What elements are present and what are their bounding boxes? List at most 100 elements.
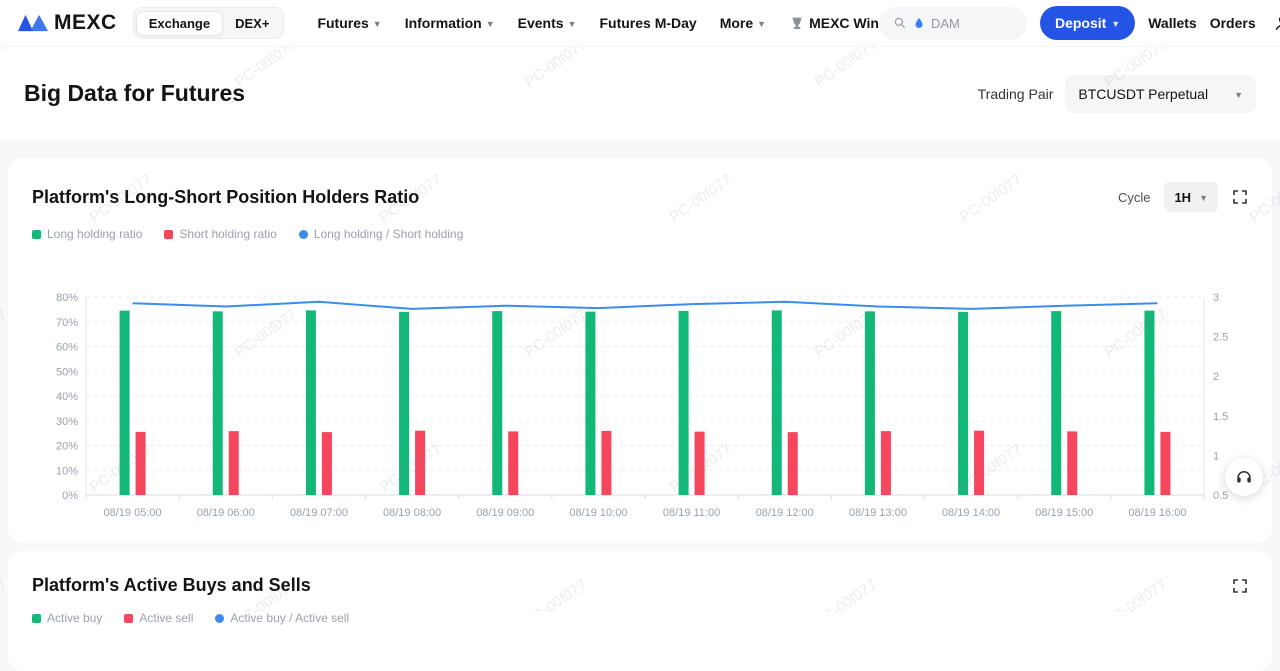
legend-label: Active sell — [139, 611, 193, 625]
svg-text:08/19 15:00: 08/19 15:00 — [1035, 507, 1093, 519]
bar-short — [1067, 431, 1077, 495]
svg-text:08/19 14:00: 08/19 14:00 — [942, 507, 1000, 519]
nav-information[interactable]: Information▼ — [405, 15, 495, 31]
orders-link[interactable]: Orders — [1210, 15, 1256, 31]
bar-short — [322, 432, 332, 495]
bar-long — [1051, 311, 1061, 495]
svg-text:08/19 16:00: 08/19 16:00 — [1128, 507, 1186, 519]
bar-long — [772, 310, 782, 495]
svg-text:08/19 10:00: 08/19 10:00 — [569, 507, 627, 519]
tab-exchange[interactable]: Exchange — [136, 11, 223, 36]
svg-text:70%: 70% — [56, 317, 78, 329]
legend-swatch — [124, 614, 133, 623]
headphones-icon — [1235, 468, 1253, 486]
svg-text:50%: 50% — [56, 366, 78, 378]
deposit-button[interactable]: Deposit▼ — [1040, 6, 1135, 40]
bar-short — [229, 431, 239, 495]
legend-label: Long holding ratio — [47, 227, 142, 241]
mexc-logo-icon — [18, 12, 48, 34]
bar-long — [306, 310, 316, 495]
fullscreen-icon[interactable] — [1232, 578, 1248, 594]
svg-text:1: 1 — [1213, 450, 1219, 462]
chevron-down-icon: ▼ — [373, 19, 382, 29]
chevron-down-icon: ▼ — [568, 19, 577, 29]
position-ratio-legend: Long holding ratio Short holding ratio Lon… — [32, 227, 1248, 241]
legend-item[interactable]: Long holding ratio — [32, 227, 142, 241]
bar-short — [788, 432, 798, 495]
svg-text:80%: 80% — [56, 292, 78, 304]
search-input[interactable]: DAM — [879, 7, 1027, 40]
svg-text:08/19 11:00: 08/19 11:00 — [663, 507, 720, 519]
bar-short — [695, 432, 705, 495]
nav-mexc-win[interactable]: MEXC Win — [789, 15, 879, 31]
active-buys-sells-card: Platform's Active Buys and Sells Active … — [8, 551, 1272, 671]
svg-text:08/19 09:00: 08/19 09:00 — [476, 507, 534, 519]
svg-text:3: 3 — [1213, 292, 1219, 304]
mexc-logo-text: MEXC — [54, 11, 117, 35]
svg-text:60%: 60% — [56, 342, 78, 354]
mexc-logo[interactable]: MEXC — [18, 11, 117, 35]
position-ratio-chart[interactable]: 0%10%20%30%40%50%60%70%80%0.511.522.5308… — [32, 283, 1248, 525]
svg-text:08/19 12:00: 08/19 12:00 — [756, 507, 814, 519]
nav-events[interactable]: Events▼ — [518, 15, 577, 31]
bar-long — [958, 312, 968, 495]
legend-item[interactable]: Long holding / Short holding — [299, 227, 463, 241]
main-nav: Futures▼ Information▼ Events▼ Futures M-… — [294, 15, 879, 31]
customer-support-button[interactable] — [1225, 458, 1263, 496]
legend-swatch — [164, 230, 173, 239]
position-ratio-tools: Cycle 1H ▼ — [1118, 182, 1248, 212]
bar-short — [136, 432, 146, 495]
bar-short — [415, 431, 425, 495]
legend-item[interactable]: Active buy / Active sell — [215, 611, 349, 625]
bar-long — [1144, 311, 1154, 495]
legend-label: Long holding / Short holding — [314, 227, 463, 241]
search-value: DAM — [931, 16, 960, 31]
active-buys-sells-legend: Active buy Active sell Active buy / Active… — [32, 611, 1248, 625]
legend-label: Short holding ratio — [179, 227, 276, 241]
cycle-select[interactable]: 1H ▼ — [1164, 182, 1218, 212]
chart-svg: 0%10%20%30%40%50%60%70%80%0.511.522.5308… — [32, 283, 1248, 525]
chevron-down-icon: ▼ — [486, 19, 495, 29]
page-header: Big Data for Futures Trading Pair BTCUSD… — [0, 47, 1280, 140]
svg-text:2: 2 — [1213, 371, 1219, 383]
trading-pair-select[interactable]: BTCUSDT Perpetual ▼ — [1065, 75, 1256, 113]
active-buys-sells-header: Platform's Active Buys and Sells — [32, 575, 1248, 596]
nav-futures-mday[interactable]: Futures M-Day — [599, 15, 696, 31]
active-buys-sells-title: Platform's Active Buys and Sells — [32, 575, 311, 596]
chevron-down-icon: ▼ — [1199, 193, 1208, 203]
svg-text:1.5: 1.5 — [1213, 411, 1228, 423]
svg-text:2.5: 2.5 — [1213, 332, 1228, 344]
chevron-down-icon: ▼ — [1111, 19, 1120, 29]
tab-dex[interactable]: DEX+ — [223, 12, 281, 35]
top-navbar: MEXC Exchange DEX+ Futures▼ Information▼… — [0, 0, 1280, 47]
water-drop-icon — [913, 17, 925, 29]
svg-text:08/19 06:00: 08/19 06:00 — [197, 507, 255, 519]
position-ratio-card-header: Platform's Long-Short Position Holders R… — [32, 182, 1248, 212]
page-title: Big Data for Futures — [24, 80, 245, 107]
bar-short — [974, 431, 984, 495]
legend-swatch — [32, 230, 41, 239]
nav-futures[interactable]: Futures▼ — [317, 15, 381, 31]
bar-long — [399, 312, 409, 495]
legend-item[interactable]: Short holding ratio — [164, 227, 276, 241]
svg-text:10%: 10% — [56, 465, 78, 477]
trading-pair-label: Trading Pair — [978, 86, 1054, 102]
position-ratio-card: Platform's Long-Short Position Holders R… — [8, 158, 1272, 543]
bar-short — [508, 431, 518, 495]
wallets-link[interactable]: Wallets — [1148, 15, 1197, 31]
trading-pair-wrap: Trading Pair BTCUSDT Perpetual ▼ — [978, 75, 1256, 113]
svg-text:40%: 40% — [56, 391, 78, 403]
bar-long — [585, 312, 595, 495]
legend-swatch — [215, 614, 224, 623]
cycle-label: Cycle — [1118, 190, 1151, 205]
ratio-line — [133, 302, 1158, 309]
legend-item[interactable]: Active buy — [32, 611, 102, 625]
user-account-icon[interactable] — [1269, 9, 1280, 37]
legend-label: Active buy — [47, 611, 102, 625]
fullscreen-icon[interactable] — [1232, 189, 1248, 205]
chevron-down-icon: ▼ — [757, 19, 766, 29]
bar-long — [213, 311, 223, 495]
nav-more[interactable]: More▼ — [720, 15, 766, 31]
legend-item[interactable]: Active sell — [124, 611, 193, 625]
search-icon — [893, 16, 907, 30]
